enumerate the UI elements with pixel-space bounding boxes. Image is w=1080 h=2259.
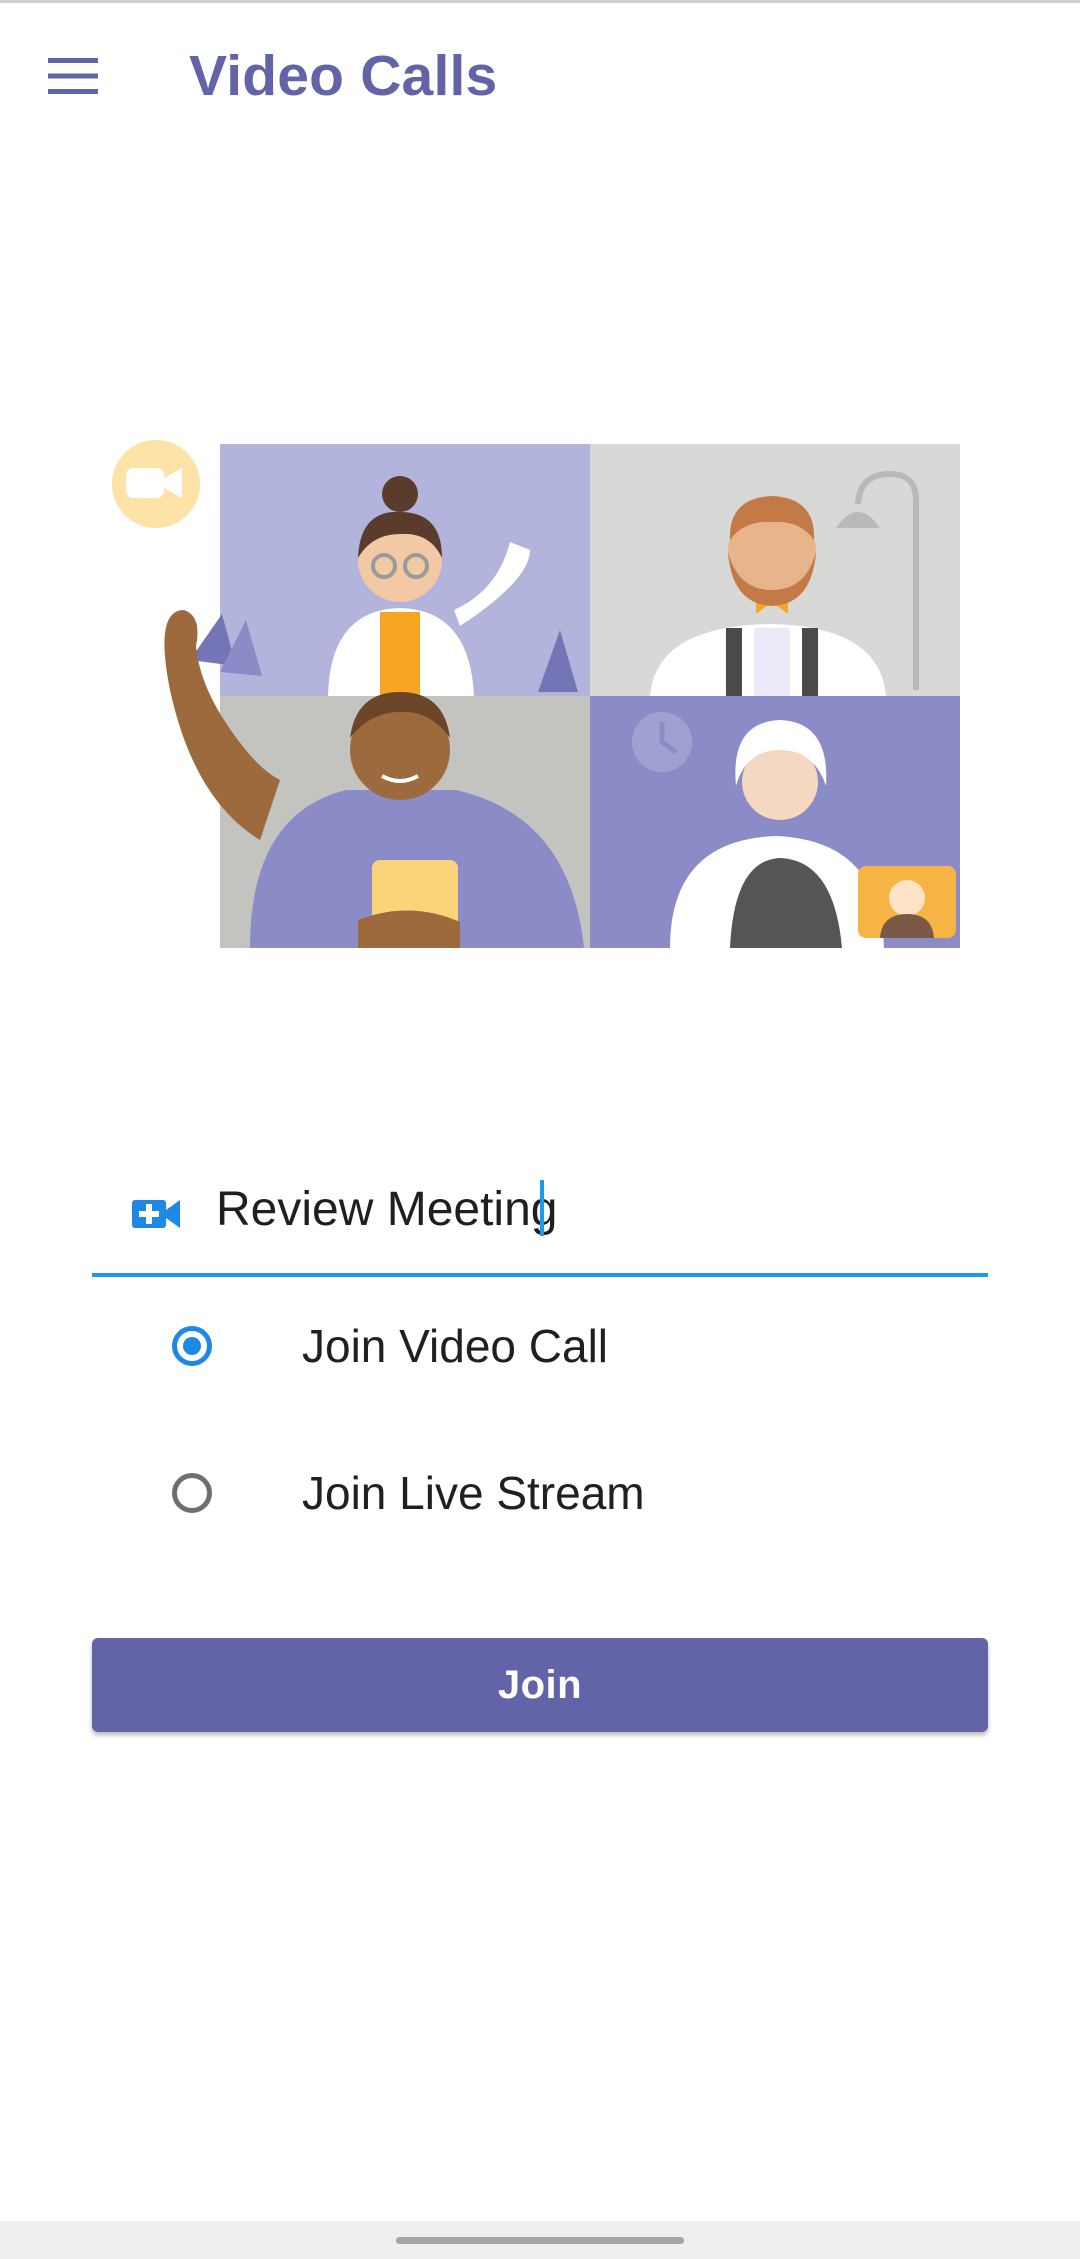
home-indicator[interactable] [396, 2237, 684, 2244]
option-join-video-call[interactable]: Join Video Call [92, 1290, 988, 1410]
hamburger-menu-icon [48, 58, 98, 94]
menu-button[interactable] [30, 33, 116, 119]
join-button[interactable]: Join [92, 1638, 988, 1732]
system-navigation-bar [0, 2221, 1080, 2259]
option-join-live-stream[interactable]: Join Live Stream [92, 1437, 988, 1557]
radio-button-selected[interactable] [172, 1326, 212, 1366]
text-cursor [540, 1180, 544, 1236]
page-title: Video Calls [189, 44, 498, 108]
option-label: Join Live Stream [302, 1467, 645, 1519]
radio-dot [183, 1337, 201, 1355]
app-screen: Video Calls Review Meeting Join Video Ca… [0, 0, 1080, 2259]
input-underline [92, 1273, 988, 1277]
video-camera-add-icon [132, 1200, 180, 1228]
video-call-group-illustration [112, 440, 960, 948]
option-label: Join Video Call [302, 1320, 609, 1372]
meeting-name-field[interactable] [92, 1160, 988, 1278]
camera-badge-icon [112, 440, 200, 528]
app-bar: Video Calls [0, 3, 1080, 149]
meeting-name-input[interactable] [216, 1174, 956, 1244]
radio-button[interactable] [172, 1473, 212, 1513]
